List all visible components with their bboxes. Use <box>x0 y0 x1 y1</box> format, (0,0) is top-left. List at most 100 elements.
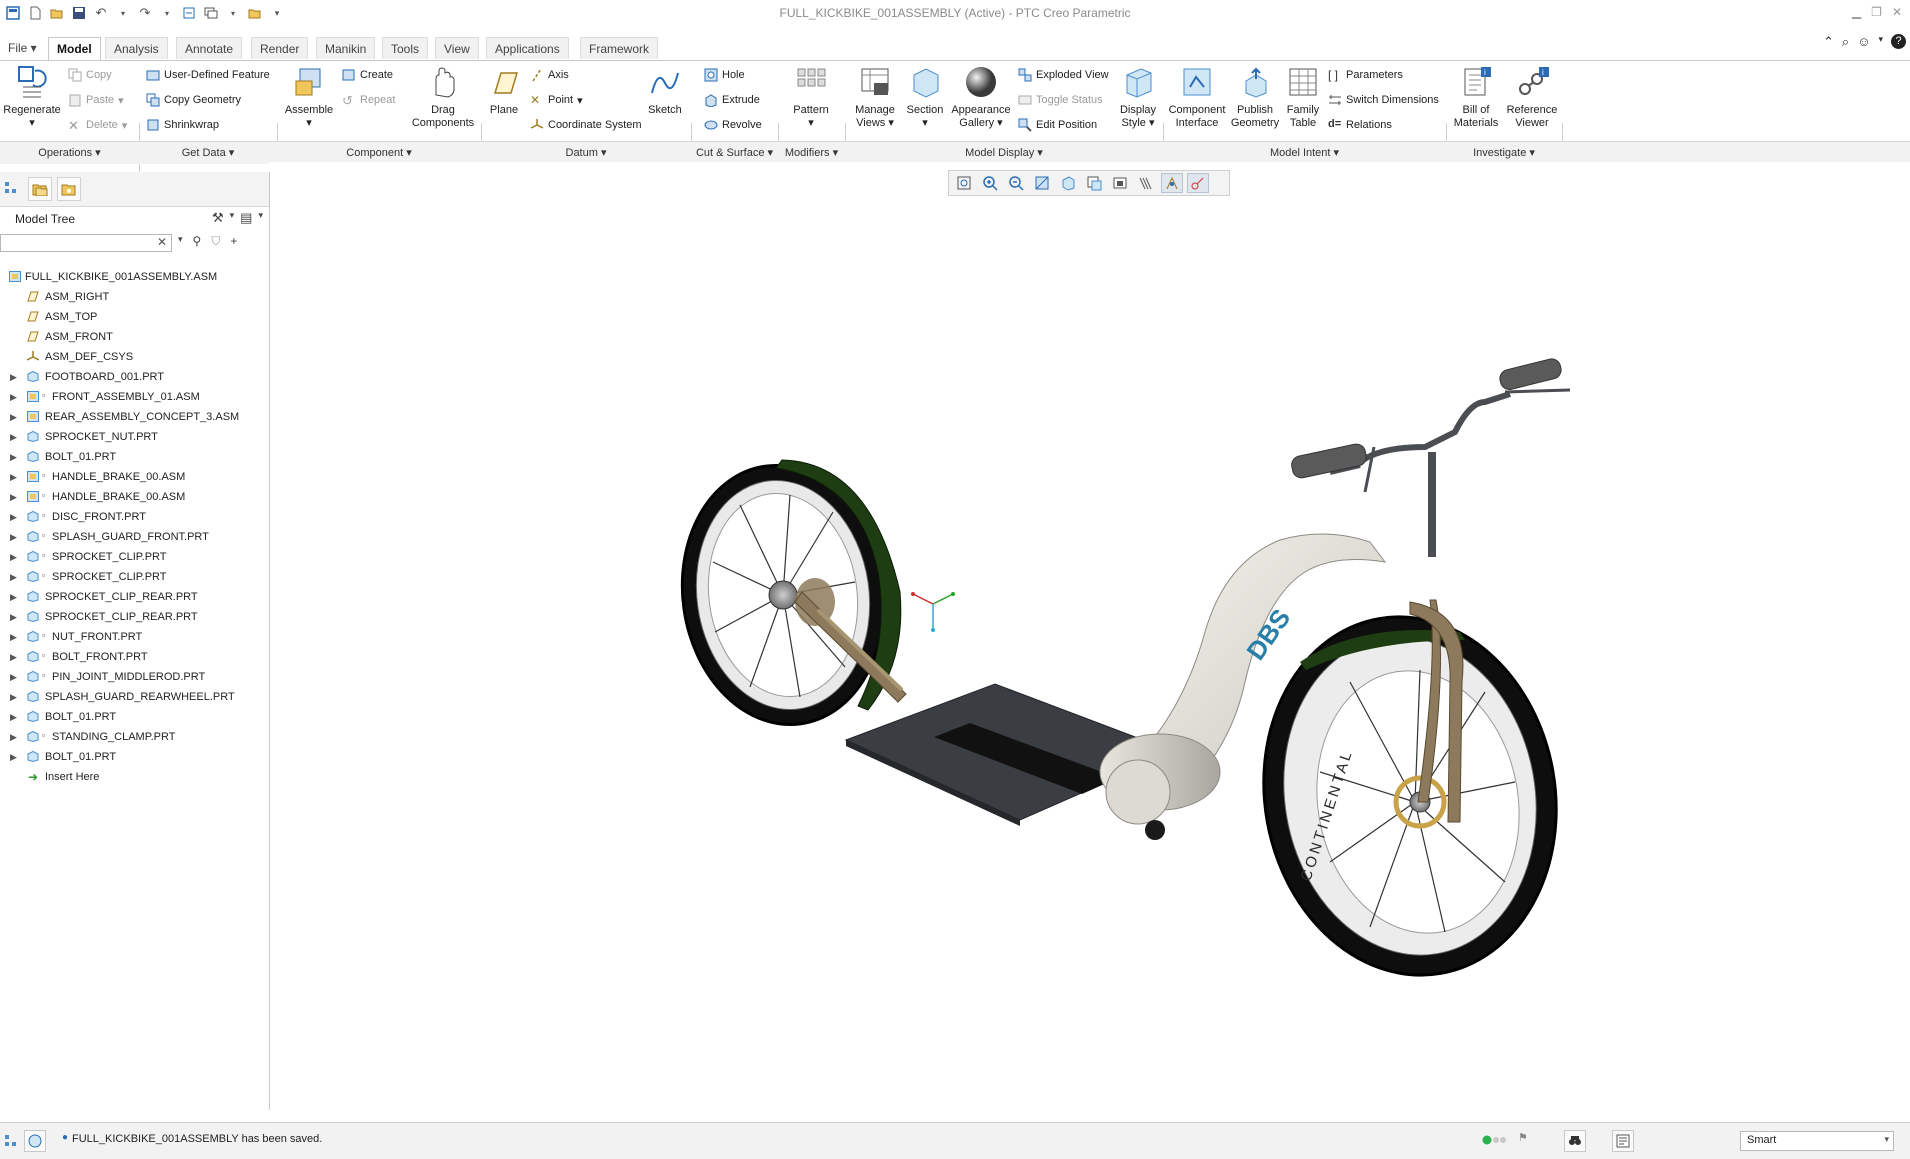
find-binoculars-icon[interactable]: ⚲ <box>193 234 202 249</box>
tab-model[interactable]: Model <box>48 37 101 60</box>
create-button[interactable]: Create <box>342 66 393 84</box>
user-icon[interactable]: ☺ <box>1857 34 1870 50</box>
appearance-gallery-button[interactable]: Appearance Gallery ▾ <box>950 65 1012 130</box>
group-label-cut-surface[interactable]: Cut & Surface ▾ <box>691 146 778 159</box>
component-interface-button[interactable]: Component Interface <box>1166 65 1228 130</box>
favorites-tab-icon[interactable] <box>57 177 81 201</box>
reference-viewer-button[interactable]: i Reference Viewer <box>1502 65 1562 130</box>
expand-arrow-icon[interactable]: ▶ <box>10 527 17 547</box>
toggle-status-button[interactable]: Toggle Status <box>1018 91 1103 109</box>
add-column-icon[interactable]: + <box>230 234 237 249</box>
hole-button[interactable]: Hole <box>704 66 745 84</box>
group-label-model-display[interactable]: Model Display ▾ <box>845 146 1163 159</box>
tree-item[interactable]: ▶ FOOTBOARD_001.PRT <box>0 367 269 387</box>
parameters-button[interactable]: [ ] Parameters <box>1328 66 1403 84</box>
tree-item[interactable]: ▶ ▫ DISC_FRONT.PRT <box>0 507 269 527</box>
delete-button[interactable]: ✕ Delete ▾ <box>68 116 127 134</box>
toggle-navigator-icon[interactable] <box>0 1130 22 1152</box>
edit-position-button[interactable]: Edit Position <box>1018 116 1097 134</box>
show-icon[interactable]: ▤ <box>240 210 252 226</box>
regenerate-button[interactable]: Regenerate ▾ <box>2 65 62 130</box>
toggle-browser-icon[interactable] <box>24 1130 46 1152</box>
expand-arrow-icon[interactable]: ▶ <box>10 427 17 447</box>
tree-item[interactable]: ▶ ▫ FRONT_ASSEMBLY_01.ASM <box>0 387 269 407</box>
exploded-view-button[interactable]: Exploded View <box>1018 66 1109 84</box>
expand-arrow-icon[interactable]: ▶ <box>10 687 17 707</box>
expand-arrow-icon[interactable]: ▶ <box>10 727 17 747</box>
section-button[interactable]: Section ▾ <box>902 65 948 130</box>
tab-render[interactable]: Render <box>251 37 309 59</box>
expand-arrow-icon[interactable]: ▶ <box>10 547 17 567</box>
expand-arrow-icon[interactable]: ▶ <box>10 607 17 627</box>
regeneration-status-indicator[interactable] <box>1482 1134 1508 1149</box>
group-label-get-data[interactable]: Get Data ▾ <box>139 146 277 159</box>
expand-arrow-icon[interactable]: ▶ <box>10 467 17 487</box>
search-dropdown-icon[interactable]: ▾ <box>178 234 183 249</box>
tab-tools[interactable]: Tools <box>382 37 429 59</box>
expand-arrow-icon[interactable]: ▶ <box>10 387 17 407</box>
pattern-button[interactable]: Pattern ▾ <box>786 65 836 130</box>
axis-button[interactable]: Axis <box>530 66 569 84</box>
tree-item[interactable]: ▶ ▫ BOLT_FRONT.PRT <box>0 647 269 667</box>
plane-button[interactable]: Plane <box>486 65 522 117</box>
expand-arrow-icon[interactable]: ▶ <box>10 667 17 687</box>
tree-item[interactable]: ▶ BOLT_01.PRT <box>0 747 269 767</box>
user-defined-feature-button[interactable]: User-Defined Feature <box>146 66 270 84</box>
tree-item[interactable]: ASM_FRONT <box>0 327 269 347</box>
minimize-icon[interactable]: ▁ <box>1852 5 1861 19</box>
bill-of-materials-button[interactable]: i Bill of Materials <box>1452 65 1500 130</box>
group-label-component[interactable]: Component ▾ <box>277 146 481 159</box>
group-label-modifiers[interactable]: Modifiers ▾ <box>778 146 845 159</box>
user-dropdown-icon[interactable]: ▾ <box>1878 34 1883 50</box>
filter-icon[interactable]: ⛉ <box>211 234 220 249</box>
shrinkwrap-button[interactable]: Shrinkwrap <box>146 116 219 134</box>
tree-item[interactable]: ▶ ▫ NUT_FRONT.PRT <box>0 627 269 647</box>
tab-view[interactable]: View <box>435 37 479 59</box>
restore-icon[interactable]: ❐ <box>1871 5 1882 19</box>
tree-item[interactable]: ▶ ▫ PIN_JOINT_MIDDLEROD.PRT <box>0 667 269 687</box>
show-dropdown-icon[interactable]: ▾ <box>258 210 263 226</box>
tree-item[interactable]: ▶ SPROCKET_NUT.PRT <box>0 427 269 447</box>
tab-analysis[interactable]: Analysis <box>105 37 168 59</box>
expand-arrow-icon[interactable]: ▶ <box>10 487 17 507</box>
collapse-ribbon-icon[interactable]: ⌃ <box>1823 34 1834 50</box>
expand-arrow-icon[interactable]: ▶ <box>10 447 17 467</box>
tab-framework[interactable]: Framework <box>580 37 659 59</box>
group-label-datum[interactable]: Datum ▾ <box>481 146 691 159</box>
expand-arrow-icon[interactable]: ▶ <box>10 627 17 647</box>
tree-item[interactable]: ▶ ▫ SPROCKET_CLIP.PRT <box>0 547 269 567</box>
tree-item[interactable]: ASM_TOP <box>0 307 269 327</box>
tree-item[interactable]: ASM_DEF_CSYS <box>0 347 269 367</box>
tree-item[interactable]: ▶ SPROCKET_CLIP_REAR.PRT <box>0 607 269 627</box>
search-icon[interactable]: ⌕ <box>1842 34 1849 50</box>
revolve-button[interactable]: Revolve <box>704 116 762 134</box>
tree-root[interactable]: FULL_KICKBIKE_001ASSEMBLY.ASM <box>0 267 269 287</box>
model-tree-search-input[interactable] <box>0 234 172 252</box>
repeat-button[interactable]: ↺ Repeat <box>342 91 395 109</box>
relations-button[interactable]: d= Relations <box>1328 116 1392 134</box>
display-style-small-icon[interactable] <box>1135 173 1157 193</box>
find-icon[interactable] <box>1564 1130 1586 1152</box>
clear-search-icon[interactable]: ✕ <box>157 235 167 249</box>
point-button[interactable]: ✕ Point ▾ <box>530 91 583 109</box>
tree-settings-dropdown-icon[interactable]: ▾ <box>230 210 235 226</box>
tab-applications[interactable]: Applications <box>486 37 569 59</box>
copy-geometry-button[interactable]: Copy Geometry <box>146 91 241 109</box>
tab-annotate[interactable]: Annotate <box>176 37 243 59</box>
tab-manikin[interactable]: Manikin <box>316 37 376 59</box>
coordinate-system-button[interactable]: Coordinate System <box>530 116 642 134</box>
view-manager-icon[interactable] <box>1109 173 1131 193</box>
help-icon[interactable]: ? <box>1891 34 1906 49</box>
tree-item[interactable]: ▶ ▫ HANDLE_BRAKE_00.ASM <box>0 487 269 507</box>
perspective-view-icon[interactable] <box>1057 173 1079 193</box>
tree-item[interactable]: ▶ ▫ STANDING_CLAMP.PRT <box>0 727 269 747</box>
refit-icon[interactable] <box>953 173 975 193</box>
tree-item[interactable]: ▶ ▫ SPLASH_GUARD_FRONT.PRT <box>0 527 269 547</box>
zoom-in-icon[interactable] <box>979 173 1001 193</box>
expand-arrow-icon[interactable]: ▶ <box>10 507 17 527</box>
saved-orientations-icon[interactable] <box>1083 173 1105 193</box>
expand-arrow-icon[interactable]: ▶ <box>10 647 17 667</box>
insert-here[interactable]: ➜ Insert Here <box>0 767 269 787</box>
selection-filter-select[interactable]: Smart ▾ <box>1740 1131 1894 1151</box>
group-label-model-intent[interactable]: Model Intent ▾ <box>1163 146 1446 159</box>
